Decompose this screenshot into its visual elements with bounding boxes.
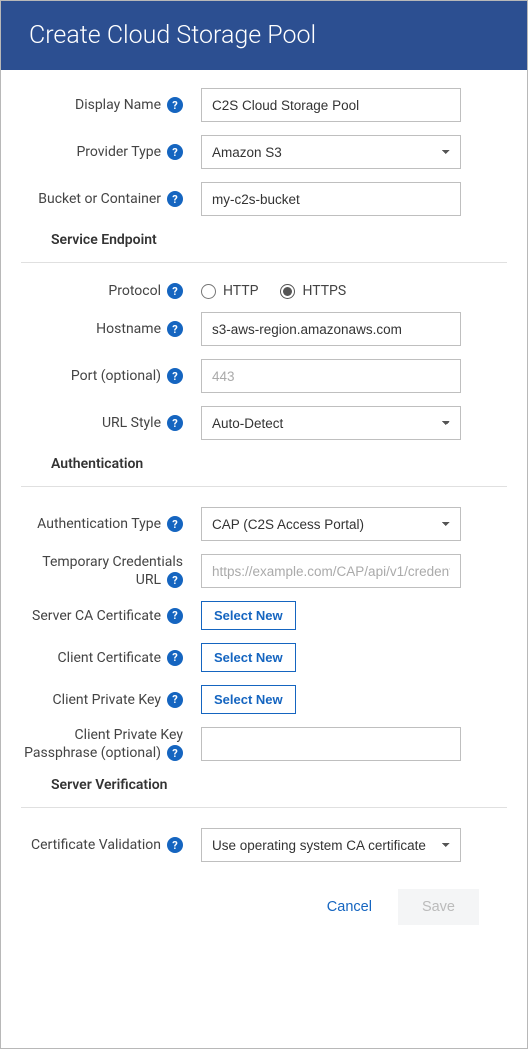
- protocol-label: Protocol: [108, 283, 161, 299]
- client-cert-label: Client Certificate: [58, 650, 161, 666]
- provider-type-select[interactable]: Amazon S3: [201, 135, 461, 169]
- display-name-input[interactable]: [201, 88, 461, 122]
- section-divider: [21, 807, 507, 808]
- client-key-select-button[interactable]: Select New: [201, 685, 296, 714]
- section-title-auth: Authentication: [51, 456, 507, 472]
- section-divider: [21, 486, 507, 487]
- help-icon[interactable]: ?: [167, 837, 183, 853]
- help-icon[interactable]: ?: [167, 650, 183, 666]
- protocol-radio-group: HTTP HTTPS: [201, 283, 507, 299]
- help-icon[interactable]: ?: [167, 97, 183, 113]
- help-icon[interactable]: ?: [167, 516, 183, 532]
- passphrase-label-2: Passphrase (optional): [24, 745, 161, 761]
- help-icon[interactable]: ?: [167, 321, 183, 337]
- url-style-select[interactable]: Auto-Detect: [201, 406, 461, 440]
- section-title-endpoint: Service Endpoint: [51, 232, 507, 248]
- protocol-https-radio[interactable]: HTTPS: [280, 283, 346, 299]
- temp-cred-label-1: Temporary Credentials: [42, 554, 183, 570]
- auth-type-select[interactable]: CAP (C2S Access Portal): [201, 507, 461, 541]
- cancel-button[interactable]: Cancel: [327, 899, 372, 915]
- help-icon[interactable]: ?: [167, 745, 183, 761]
- help-icon[interactable]: ?: [167, 608, 183, 624]
- cert-validation-label: Certificate Validation: [31, 837, 161, 853]
- server-ca-label: Server CA Certificate: [32, 608, 161, 624]
- passphrase-input[interactable]: [201, 727, 461, 761]
- bucket-input[interactable]: [201, 182, 461, 216]
- save-button[interactable]: Save: [398, 889, 479, 925]
- client-cert-select-button[interactable]: Select New: [201, 643, 296, 672]
- client-key-label: Client Private Key: [53, 692, 161, 708]
- server-ca-select-button[interactable]: Select New: [201, 601, 296, 630]
- hostname-input[interactable]: [201, 312, 461, 346]
- passphrase-label-1: Client Private Key: [75, 727, 183, 743]
- url-style-label: URL Style: [102, 415, 161, 431]
- help-icon[interactable]: ?: [167, 368, 183, 384]
- dialog-footer: Cancel Save: [21, 875, 507, 939]
- auth-type-label: Authentication Type: [37, 516, 161, 532]
- help-icon[interactable]: ?: [167, 415, 183, 431]
- port-label: Port (optional): [71, 368, 161, 384]
- help-icon[interactable]: ?: [167, 692, 183, 708]
- help-icon[interactable]: ?: [167, 144, 183, 160]
- help-icon[interactable]: ?: [167, 283, 183, 299]
- display-name-label: Display Name: [75, 97, 161, 113]
- dialog-title: Create Cloud Storage Pool: [29, 21, 499, 50]
- section-divider: [21, 262, 507, 263]
- temp-cred-label-2: URL: [136, 572, 161, 588]
- dialog-header: Create Cloud Storage Pool: [1, 1, 527, 70]
- provider-type-label: Provider Type: [76, 144, 161, 160]
- help-icon[interactable]: ?: [167, 191, 183, 207]
- temp-cred-url-input[interactable]: [201, 554, 461, 588]
- cert-validation-select[interactable]: Use operating system CA certificate: [201, 828, 461, 862]
- port-input[interactable]: [201, 359, 461, 393]
- protocol-http-radio[interactable]: HTTP: [201, 283, 258, 299]
- bucket-label: Bucket or Container: [38, 191, 161, 207]
- section-title-verify: Server Verification: [51, 777, 507, 793]
- help-icon[interactable]: ?: [167, 572, 183, 588]
- hostname-label: Hostname: [96, 321, 161, 337]
- form-body: Display Name ? Provider Type ? Amazon S3…: [1, 70, 527, 951]
